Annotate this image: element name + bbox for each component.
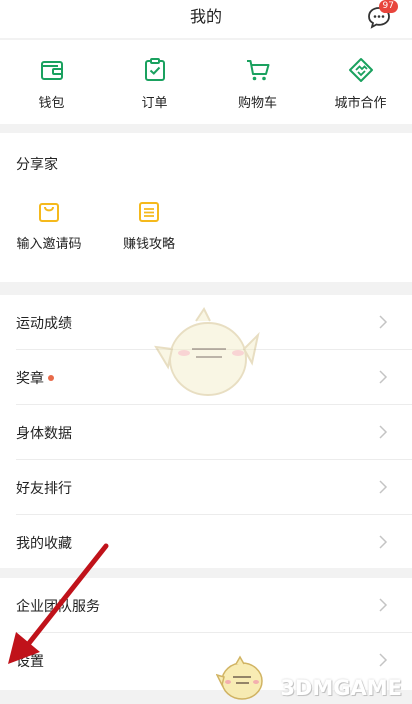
city-cooperation-button[interactable]: 城市合作 — [309, 40, 412, 124]
wallet-button[interactable]: 钱包 — [0, 40, 103, 124]
chevron-right-icon — [379, 370, 388, 384]
guide-list-icon — [139, 202, 159, 222]
list-item-label: 好友排行 — [16, 481, 72, 497]
cart-label: 购物车 — [237, 96, 277, 111]
orders-button[interactable]: 订单 — [103, 40, 206, 124]
page-title: 我的 — [189, 7, 222, 26]
annotation-arrow — [8, 543, 109, 664]
top-bar: 我的 97 — [0, 0, 412, 38]
cart-button[interactable]: 购物车 — [206, 40, 309, 124]
quick-actions: 钱包 订单 购物车 城市合作 — [0, 40, 412, 124]
list-item-body-data[interactable]: 身体数据 — [16, 405, 412, 460]
list-item-label-wrap: 奖章 — [16, 368, 54, 388]
wallet-icon — [40, 61, 63, 80]
orders-label: 订单 — [141, 96, 168, 111]
chevron-right-icon — [379, 425, 388, 439]
wallet-label: 钱包 — [38, 96, 65, 111]
chevron-right-icon — [379, 535, 388, 549]
invite-bag-icon — [39, 203, 59, 222]
list-item-label: 身体数据 — [16, 426, 72, 442]
list-item-label: 运动成绩 — [16, 316, 72, 332]
order-clipboard-icon — [144, 58, 165, 81]
chevron-right-icon — [379, 480, 388, 494]
mascot-watermark-image — [154, 307, 260, 396]
message-count-badge: 97 — [378, 0, 398, 13]
list-item-friend-ranking[interactable]: 好友排行 — [16, 460, 412, 515]
earning-guide-label: 赚钱攻略 — [122, 237, 175, 252]
chevron-right-icon — [379, 315, 388, 329]
list-item-label: 奖章 — [16, 371, 44, 387]
city-cooperation-label: 城市合作 — [334, 96, 387, 111]
shopping-cart-icon — [246, 60, 269, 81]
watermark-mascot-image — [216, 655, 263, 700]
handshake-icon — [348, 58, 373, 82]
share-section-title: 分享家 — [16, 157, 58, 173]
invite-code-label: 输入邀请码 — [16, 237, 82, 252]
share-section: 分享家 输入邀请码 赚钱攻略 — [0, 133, 412, 282]
watermark-text: 3DMGAME — [280, 676, 402, 700]
chevron-right-icon — [379, 598, 388, 612]
earning-guide-button[interactable]: 赚钱攻略 — [114, 199, 184, 252]
invite-code-button[interactable]: 输入邀请码 — [0, 199, 98, 252]
chevron-right-icon — [379, 653, 388, 667]
notification-dot — [48, 375, 54, 381]
